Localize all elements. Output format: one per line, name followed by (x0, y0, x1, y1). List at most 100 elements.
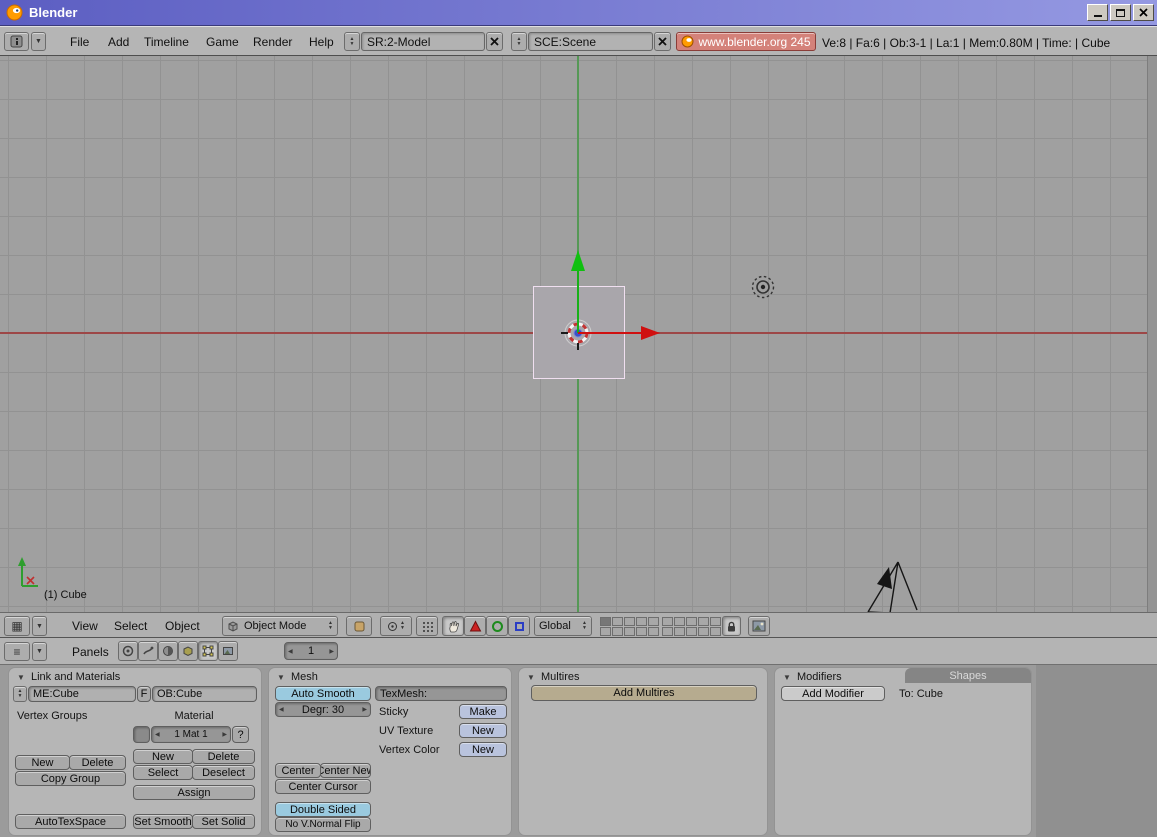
layer-toggle[interactable] (648, 617, 659, 626)
titlebar[interactable]: Blender (0, 0, 1157, 26)
mesh-name-field[interactable]: ME:Cube (28, 686, 136, 702)
center-cursor-button[interactable]: Center Cursor (275, 779, 371, 794)
set-smooth-button[interactable]: Set Smooth (133, 814, 193, 829)
assign-button[interactable]: Assign (133, 785, 255, 800)
viewport-edge-scrollbar[interactable] (1147, 56, 1157, 612)
menu-view[interactable]: View (72, 619, 98, 633)
material-delete-button[interactable]: Delete (192, 749, 255, 764)
layer-toggle[interactable] (686, 627, 697, 636)
decrement-icon[interactable]: ◀ (155, 731, 160, 738)
no-vnormal-flip-toggle[interactable]: No V.Normal Flip (275, 817, 371, 832)
snap-dots-button[interactable] (416, 616, 438, 636)
draw-type-button[interactable] (346, 616, 372, 636)
panel-collapse-icon[interactable]: ▼ (277, 673, 285, 682)
mode-select[interactable]: Object Mode ▲▼ (222, 616, 338, 636)
menu-game[interactable]: Game (206, 35, 239, 49)
deselect-button[interactable]: Deselect (192, 765, 255, 780)
menu-timeline[interactable]: Timeline (144, 35, 189, 49)
header-collapse-button[interactable]: ▼ (32, 642, 47, 661)
viewport-3d[interactable]: (1) Cube (0, 56, 1157, 612)
material-index-field[interactable]: ◀ 1 Mat 1 ▶ (151, 726, 231, 743)
texmesh-field[interactable]: TexMesh: (375, 686, 507, 701)
layer-toggle[interactable] (698, 627, 709, 636)
layer-toggle[interactable] (674, 617, 685, 626)
increment-icon[interactable]: ▶ (329, 648, 334, 655)
scene-delete-button[interactable] (654, 32, 671, 51)
decrement-icon[interactable]: ◀ (288, 648, 293, 655)
layer-toggle[interactable] (612, 627, 623, 636)
layer-toggle[interactable] (624, 627, 635, 636)
camera-object[interactable] (868, 562, 917, 612)
fake-user-button[interactable]: F (137, 686, 151, 702)
manipulator-rotate-button[interactable] (486, 616, 508, 636)
material-help-button[interactable]: ? (232, 726, 249, 743)
copy-group-button[interactable]: Copy Group (15, 771, 126, 786)
context-shading-button[interactable] (158, 641, 178, 661)
render-preview-button[interactable] (748, 616, 770, 636)
context-script-button[interactable] (138, 641, 158, 661)
increment-icon[interactable]: ▶ (222, 731, 227, 738)
layer-toggle[interactable] (600, 617, 611, 626)
increment-icon[interactable]: ▶ (362, 706, 367, 713)
minimize-button[interactable] (1087, 4, 1108, 21)
pivot-select[interactable]: ▲▼ (380, 616, 412, 636)
menu-select[interactable]: Select (114, 619, 147, 633)
add-multires-button[interactable]: Add Multires (531, 685, 757, 701)
object-name-field[interactable]: OB:Cube (152, 686, 257, 702)
layer-toggle[interactable] (698, 617, 709, 626)
layer-toggle[interactable] (710, 627, 721, 636)
manipulator-translate-button[interactable] (464, 616, 486, 636)
uv-texture-new-button[interactable]: New (459, 723, 507, 738)
context-object-button[interactable] (178, 641, 198, 661)
vgroup-new-button[interactable]: New (15, 755, 70, 770)
double-sided-toggle[interactable]: Double Sided (275, 802, 371, 817)
version-link-button[interactable]: www.blender.org 245 (676, 32, 816, 51)
screen-delete-button[interactable] (486, 32, 503, 51)
manipulator-scale-button[interactable] (508, 616, 530, 636)
tab-shapes[interactable]: Shapes (905, 668, 1031, 683)
degr-number-field[interactable]: ◀ Degr: 30 ▶ (275, 702, 371, 717)
context-scene-button[interactable] (218, 641, 238, 661)
context-editing-button[interactable] (198, 641, 218, 661)
menu-help[interactable]: Help (309, 35, 334, 49)
scene-browse-button[interactable]: ▲▼ (511, 32, 527, 51)
lock-layers-button[interactable] (722, 616, 741, 636)
layer-toggle[interactable] (662, 627, 673, 636)
vertex-color-new-button[interactable]: New (459, 742, 507, 757)
material-preview-swatch[interactable] (133, 726, 150, 743)
material-new-button[interactable]: New (133, 749, 193, 764)
decrement-icon[interactable]: ◀ (279, 706, 284, 713)
panel-title[interactable]: Mesh (291, 671, 318, 683)
header-collapse-button[interactable]: ▼ (32, 616, 47, 636)
panel-collapse-icon[interactable]: ▼ (783, 673, 791, 682)
layer-toggle[interactable] (600, 627, 611, 636)
sticky-make-button[interactable]: Make (459, 704, 507, 719)
frame-number-field[interactable]: ◀ 1 ▶ (284, 642, 338, 660)
menu-add[interactable]: Add (108, 35, 129, 49)
editor-type-button[interactable]: ≡ (4, 642, 30, 661)
layer-toggle[interactable] (674, 627, 685, 636)
orientation-select[interactable]: Global ▲▼ (534, 616, 592, 636)
panel-collapse-icon[interactable]: ▼ (527, 673, 535, 682)
scene-name-field[interactable]: SCE:Scene (528, 32, 653, 51)
layer-toggle[interactable] (636, 627, 647, 636)
layer-toggle[interactable] (624, 617, 635, 626)
panel-title[interactable]: Modifiers (797, 671, 842, 683)
layer-toggle[interactable] (710, 617, 721, 626)
menu-file[interactable]: File (70, 35, 89, 49)
menu-collapse-button[interactable]: ▼ (31, 32, 46, 51)
screen-name-field[interactable]: SR:2-Model (361, 32, 485, 51)
vgroup-delete-button[interactable]: Delete (69, 755, 126, 770)
manipulator-toggle-button[interactable] (442, 616, 464, 636)
menu-render[interactable]: Render (253, 35, 292, 49)
panel-title[interactable]: Multires (541, 671, 580, 683)
autotexspace-button[interactable]: AutoTexSpace (15, 814, 126, 829)
maximize-button[interactable] (1110, 4, 1131, 21)
select-button[interactable]: Select (133, 765, 193, 780)
layer-toggle[interactable] (612, 617, 623, 626)
lamp-object[interactable] (753, 277, 774, 298)
menu-object[interactable]: Object (165, 619, 200, 633)
center-new-button[interactable]: Center New (320, 763, 371, 778)
layer-toggle[interactable] (636, 617, 647, 626)
layer-toggle[interactable] (686, 617, 697, 626)
